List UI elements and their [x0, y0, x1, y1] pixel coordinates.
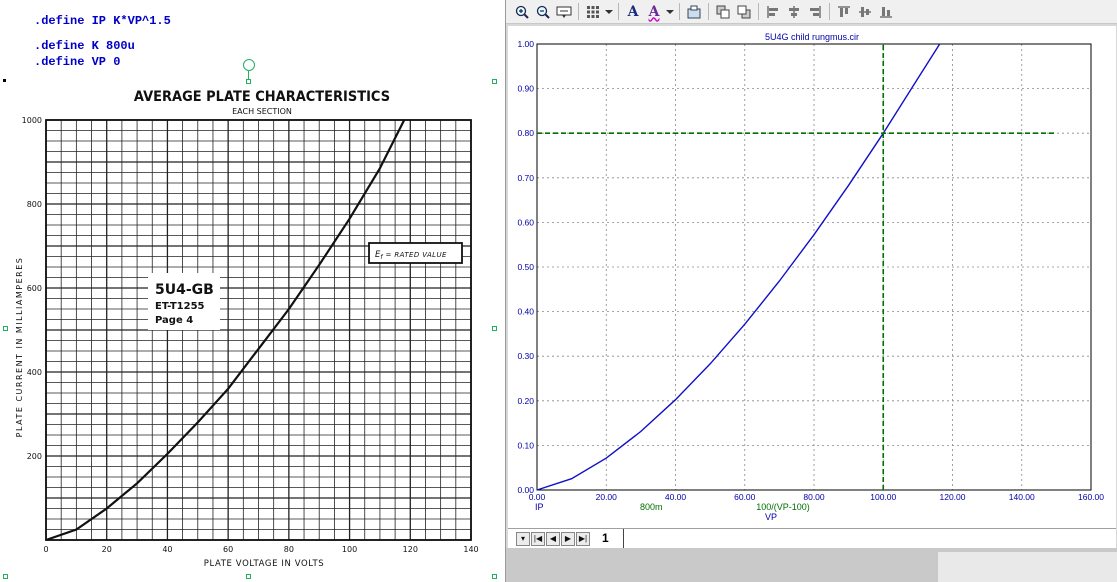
- legend-cursor-expr[interactable]: 100/(VP-100): [756, 502, 810, 512]
- plot-title: 5U4G child rungmus.cir: [765, 32, 859, 42]
- plot-y-tick-label: 0.70: [517, 173, 534, 183]
- first-page-button[interactable]: |◀: [531, 532, 545, 546]
- bring-front-button[interactable]: [713, 2, 733, 22]
- plot-x-tick-label: 80.00: [803, 492, 825, 502]
- ef-value: = RATED VALUE: [386, 251, 447, 259]
- zoom-out-button[interactable]: [533, 2, 553, 22]
- datasheet-picture[interactable]: AVERAGE PLATE CHARACTERISTICS EACH SECTI…: [0, 80, 500, 582]
- plot-y-tick-label: 0.90: [517, 84, 534, 94]
- plot-graph[interactable]: 5U4G child rungmus.cir 0.00 0.10 0.20 0.30 0…: [508, 26, 1116, 528]
- datasheet-x-tick-label: 140: [463, 545, 478, 554]
- plot-y-tick-label: 1.00: [517, 39, 534, 49]
- align-left-button[interactable]: [763, 2, 783, 22]
- toolbar-separator: [578, 3, 579, 20]
- next-page-button[interactable]: ▶: [561, 532, 575, 546]
- font-button[interactable]: A: [623, 2, 643, 22]
- datasheet-y-tick-label: 200: [27, 452, 42, 461]
- plot-area[interactable]: 5U4G child rungmus.cir 0.00 0.10 0.20 0.30 0…: [508, 26, 1116, 528]
- plot-x-tick-label: 160.00: [1078, 492, 1104, 502]
- plot-y-tick-label: 0.30: [517, 351, 534, 361]
- tube-part-number: ET-T1255: [155, 301, 205, 312]
- plot-y-tick-label: 0.60: [517, 217, 534, 227]
- datasheet-y-tick-label: 800: [27, 200, 42, 209]
- grid-button[interactable]: [583, 2, 603, 22]
- legend-ip[interactable]: IP: [535, 502, 544, 512]
- plot-x-tick-label: 100.00: [870, 492, 896, 502]
- plot-window[interactable]: A A 5U4G child rungmus.cir 0.00 0.10 0.20 0…: [505, 0, 1117, 582]
- datasheet-ylabel: PLATE CURRENT IN MILLIAMPERES: [15, 257, 24, 438]
- grid-dropdown-button[interactable]: [604, 2, 614, 22]
- schematic-canvas[interactable]: .define IP K*VP^1.5 .define K 800u .defi…: [0, 0, 505, 582]
- tube-page: Page 4: [155, 315, 193, 326]
- plot-toolbar: A A: [506, 0, 1117, 24]
- x-axis-label: VP: [765, 512, 777, 522]
- page-tab-bar: ▾ |◀ ◀ ▶ ▶| 1: [508, 528, 1116, 548]
- define-k[interactable]: .define K 800u: [34, 39, 135, 53]
- previous-page-button[interactable]: ◀: [546, 532, 560, 546]
- tube-name: 5U4-GB: [155, 282, 214, 298]
- plot-grid: [537, 44, 1091, 490]
- datasheet-x-tick-label: 20: [102, 545, 112, 554]
- plot-x-ticks: 0.00 20.00 40.00 60.00 80.00 100.00 120.00 140.…: [529, 492, 1105, 502]
- define-ip[interactable]: .define IP K*VP^1.5: [34, 14, 171, 28]
- copy-graph-button[interactable]: [684, 2, 704, 22]
- align-right-button[interactable]: [805, 2, 825, 22]
- datasheet-y-ticks: 200 400 600 800 1000: [22, 116, 42, 461]
- plot-x-tick-label: 60.00: [734, 492, 756, 502]
- plot-x-tick-label: 120.00: [940, 492, 966, 502]
- datasheet-x-tick-label: 0: [43, 545, 48, 554]
- legend-800m[interactable]: 800m: [640, 502, 663, 512]
- toolbar-separator: [758, 3, 759, 20]
- align-bottom-button[interactable]: [876, 2, 896, 22]
- datasheet-x-tick-label: 100: [342, 545, 357, 554]
- tab-dropdown-button[interactable]: ▾: [516, 532, 530, 546]
- datasheet-title: AVERAGE PLATE CHARACTERISTICS: [134, 88, 390, 105]
- plot-y-tick-label: 0.80: [517, 128, 534, 138]
- datasheet-y-tick-label: 400: [27, 368, 42, 377]
- define-vp[interactable]: .define VP 0: [34, 55, 120, 69]
- datasheet-grid: [45, 119, 472, 541]
- tab-page-1[interactable]: 1: [598, 529, 624, 548]
- datasheet-x-tick-label: 40: [162, 545, 172, 554]
- text-style-button[interactable]: A: [644, 2, 664, 22]
- toolbar-separator: [829, 3, 830, 20]
- plot-x-tick-label: 140.00: [1009, 492, 1035, 502]
- align-center-button[interactable]: [784, 2, 804, 22]
- plot-y-tick-label: 0.10: [517, 440, 534, 450]
- datasheet-x-tick-label: 60: [223, 545, 233, 554]
- send-back-button[interactable]: [734, 2, 754, 22]
- plot-y-ticks: 0.000.100.200.300.400.500.600.700.800.90…: [517, 39, 534, 495]
- rotate-handle[interactable]: [243, 59, 255, 71]
- plot-x-tick-label: 40.00: [665, 492, 687, 502]
- toolbar-separator: [708, 3, 709, 20]
- last-page-button[interactable]: ▶|: [576, 532, 590, 546]
- toolbar-separator: [679, 3, 680, 20]
- plot-y-tick-label: 0.20: [517, 396, 534, 406]
- text-style-dropdown-button[interactable]: [665, 2, 675, 22]
- datasheet-y-tick-label: 1000: [22, 116, 42, 125]
- plot-x-tick-label: 20.00: [596, 492, 618, 502]
- status-panel: [938, 552, 1117, 582]
- datasheet-x-tick-label: 80: [284, 545, 294, 554]
- text-style-icon: A: [648, 3, 660, 20]
- datasheet-x-ticks: 0 20 40 60 80 100 120 140: [43, 545, 478, 554]
- datasheet-subtitle: EACH SECTION: [232, 107, 292, 116]
- tab-navigation: ▾ |◀ ◀ ▶ ▶|: [516, 532, 590, 546]
- align-top-button[interactable]: [834, 2, 854, 22]
- toolbar-separator: [618, 3, 619, 20]
- plot-y-tick-label: 0.50: [517, 262, 534, 272]
- font-icon: A: [627, 3, 639, 20]
- plot-y-tick-label: 0.40: [517, 307, 534, 317]
- zoom-fit-button[interactable]: [554, 2, 574, 22]
- plot-x-tick-label: 0.00: [529, 492, 546, 502]
- align-middle-button[interactable]: [855, 2, 875, 22]
- datasheet-y-tick-label: 600: [27, 284, 42, 293]
- datasheet-x-tick-label: 120: [403, 545, 418, 554]
- datasheet-xlabel: PLATE VOLTAGE IN VOLTS: [204, 559, 325, 569]
- zoom-in-button[interactable]: [512, 2, 532, 22]
